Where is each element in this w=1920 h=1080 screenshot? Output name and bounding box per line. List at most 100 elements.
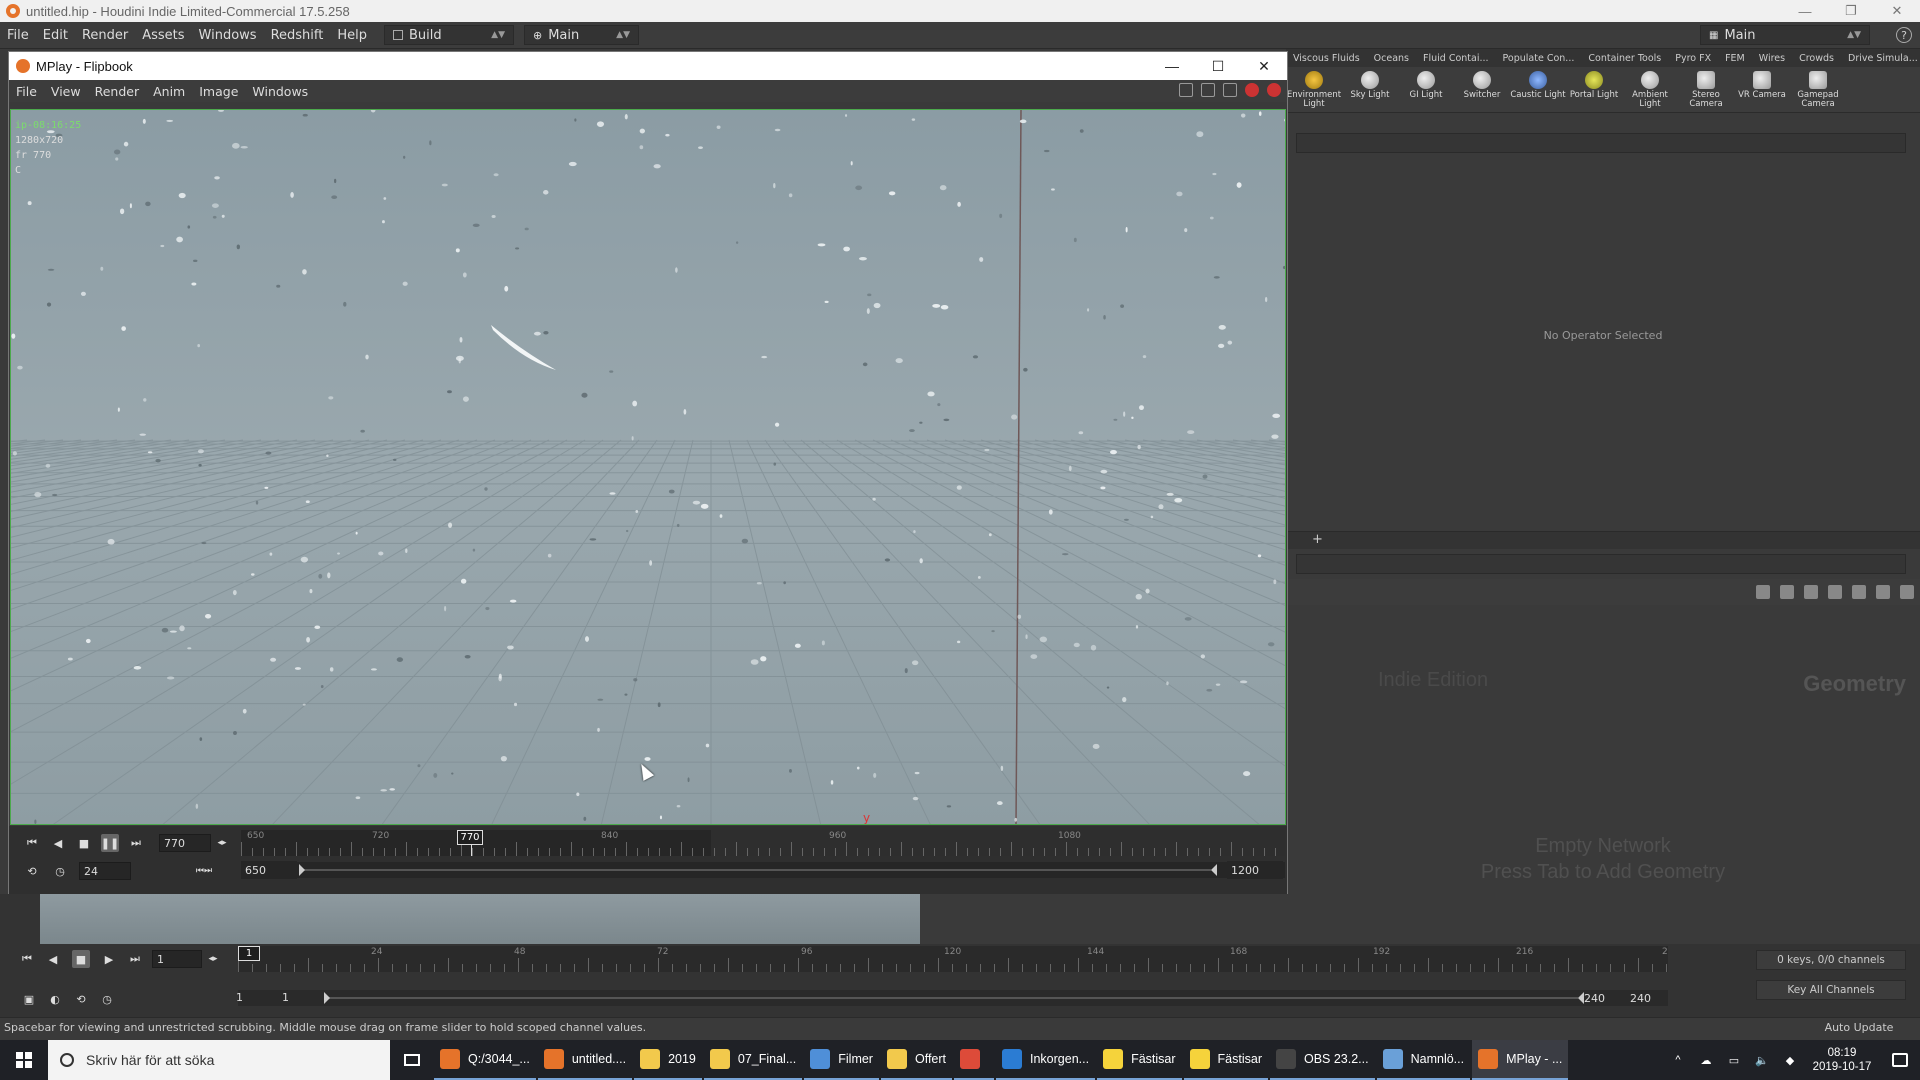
range-end-field[interactable]: 1200 [1227, 861, 1283, 879]
stop-render-icon[interactable] [1267, 83, 1281, 97]
flipbook-viewport[interactable]: y ip-08:16:25 1280x720 fr 770 C [10, 109, 1286, 825]
taskbar-app[interactable]: Fästisar [1097, 1040, 1182, 1080]
range-start-field[interactable]: 1 [236, 991, 243, 1004]
shelf-tab[interactable]: Viscous Fluids [1286, 53, 1367, 64]
mplay-menu-render[interactable]: Render [88, 84, 147, 99]
realtime-icon[interactable]: ◷ [51, 862, 69, 880]
shelf-tab[interactable]: Pyro FX [1668, 53, 1718, 64]
keys-channels-status[interactable]: 0 keys, 0/0 channels [1756, 950, 1906, 970]
shelf-tab[interactable]: FEM [1718, 53, 1752, 64]
step-icon[interactable]: ◂▸ [213, 834, 231, 852]
table-icon[interactable] [1852, 585, 1866, 599]
jump-end-icon[interactable]: ⏭ [126, 950, 144, 968]
mplay-menu-file[interactable]: File [9, 84, 44, 99]
taskbar-app[interactable]: Fästisar [1183, 1040, 1268, 1080]
timeline-ruler[interactable]: 24 48 72 96 120 144 168 192 216 2 1 [238, 946, 1668, 972]
task-view-button[interactable] [390, 1040, 434, 1080]
build-desktop-select[interactable]: Build ▲▼ [384, 25, 514, 45]
auto-update-select[interactable]: Auto Update [1814, 1019, 1904, 1035]
menu-edit[interactable]: Edit [36, 28, 75, 43]
range-start-handle[interactable] [324, 992, 330, 1004]
tool-vr-camera[interactable]: VR Camera [1734, 67, 1790, 112]
taskbar-app[interactable]: Namnlö... [1376, 1040, 1471, 1080]
parameter-path-field[interactable] [1296, 133, 1906, 153]
mplay-menu-view[interactable]: View [44, 84, 88, 99]
taskbar-app[interactable]: 2019 [634, 1040, 702, 1080]
stop-icon[interactable]: ■ [72, 950, 90, 968]
taskbar-app[interactable]: Offert [880, 1040, 952, 1080]
mplay-close-button[interactable]: ✕ [1241, 52, 1287, 80]
play-reverse-icon[interactable]: ◀ [49, 834, 67, 852]
play-reverse-icon[interactable]: ◀ [44, 950, 62, 968]
loop-icon[interactable]: ⟲ [23, 862, 41, 880]
network-icon[interactable]: ▭ [1724, 1052, 1744, 1068]
timeline-range-bar[interactable]: 1 1 [236, 990, 1668, 1006]
taskbar-app[interactable]: Filmer [804, 1040, 879, 1080]
snapshot-icon[interactable] [1201, 83, 1215, 97]
minimize-button[interactable]: — [1782, 0, 1828, 22]
tool-gamepad-camera[interactable]: Gamepad Camera [1790, 67, 1846, 112]
shelf-tab[interactable]: Drive Simula... [1841, 53, 1920, 64]
timeline-frame-marker[interactable]: 1 [238, 946, 260, 961]
shelf-tab[interactable]: Crowds [1792, 53, 1841, 64]
notifications-button[interactable] [1880, 1040, 1920, 1080]
mplay-range-bar[interactable]: 650 1200 [241, 861, 1285, 879]
taskbar-search[interactable]: Skriv här för att söka [48, 1040, 390, 1080]
menu-redshift[interactable]: Redshift [264, 28, 331, 43]
network-path-field[interactable] [1296, 554, 1906, 574]
range-end-field[interactable]: 240 [1584, 992, 1605, 1005]
menu-help[interactable]: Help [330, 28, 374, 43]
maximize-button[interactable]: ❐ [1828, 0, 1874, 22]
cloud-icon[interactable]: ☁ [1696, 1052, 1716, 1068]
shelf-tab[interactable]: Wires [1752, 53, 1792, 64]
grid-icon[interactable] [1828, 585, 1842, 599]
keyframe-icon[interactable]: ▣ [20, 990, 38, 1008]
tree-icon[interactable] [1780, 585, 1794, 599]
help-icon[interactable]: ? [1896, 27, 1912, 43]
tool-portal-light[interactable]: Portal Light [1566, 67, 1622, 112]
taskbar-app[interactable]: untitled.... [537, 1040, 633, 1080]
audio-icon[interactable]: ◐ [46, 990, 64, 1008]
mplay-frame-field[interactable]: 770 [159, 834, 211, 852]
taskbar-app[interactable]: 07_Final... [703, 1040, 803, 1080]
menu-assets[interactable]: Assets [135, 28, 191, 43]
shelf-tab[interactable]: Populate Con... [1496, 53, 1582, 64]
add-tab-icon[interactable]: + [1312, 532, 1323, 547]
stop-icon[interactable]: ■ [75, 834, 93, 852]
pause-icon[interactable]: ❚❚ [101, 834, 119, 852]
taskbar-app[interactable] [954, 1040, 994, 1080]
shelf-tab[interactable]: Container Tools [1581, 53, 1668, 64]
range-end-handle[interactable] [1211, 864, 1217, 876]
taskbar-app[interactable]: OBS 23.2... [1269, 1040, 1375, 1080]
fps-field[interactable]: 24 [79, 862, 131, 880]
tool-caustic-light[interactable]: Caustic Light [1510, 67, 1566, 112]
list-icon[interactable] [1804, 585, 1818, 599]
realtime-icon[interactable]: ◷ [98, 990, 116, 1008]
step-icon[interactable]: ◂▸ [204, 950, 222, 968]
menu-render[interactable]: Render [75, 28, 135, 43]
tool-ambient-light[interactable]: Ambient Light [1622, 67, 1678, 112]
mplay-menu-anim[interactable]: Anim [146, 84, 192, 99]
fit-icon[interactable] [1179, 83, 1193, 97]
key-all-channels-button[interactable]: Key All Channels [1756, 980, 1906, 1000]
mplay-menu-windows[interactable]: Windows [245, 84, 315, 99]
mplay-frame-marker[interactable]: 770 [457, 830, 483, 845]
mplay-minimize-button[interactable]: — [1149, 52, 1195, 80]
range-start-field[interactable]: 650 [241, 861, 297, 879]
menu-windows[interactable]: Windows [192, 28, 264, 43]
jump-start-icon[interactable]: ⏮ [18, 950, 36, 968]
tool-environment-light[interactable]: Environment Light [1286, 67, 1342, 112]
mplay-menu-image[interactable]: Image [192, 84, 245, 99]
shelf-tab[interactable]: Oceans [1367, 53, 1416, 64]
main-context-select[interactable]: ⊕ Main ▲▼ [524, 25, 639, 45]
tool-stereo-camera[interactable]: Stereo Camera [1678, 67, 1734, 112]
close-button[interactable]: ✕ [1874, 0, 1920, 22]
menu-file[interactable]: File [0, 28, 36, 43]
range-start2-field[interactable]: 1 [282, 991, 289, 1004]
play-icon[interactable]: ▶ [100, 950, 118, 968]
chevron-up-icon[interactable]: ^ [1668, 1052, 1688, 1068]
note-icon[interactable] [1876, 585, 1890, 599]
taskbar-app[interactable]: Inkorgen... [996, 1040, 1096, 1080]
scene-viewport[interactable] [0, 894, 920, 944]
range-start-handle[interactable] [299, 864, 305, 876]
